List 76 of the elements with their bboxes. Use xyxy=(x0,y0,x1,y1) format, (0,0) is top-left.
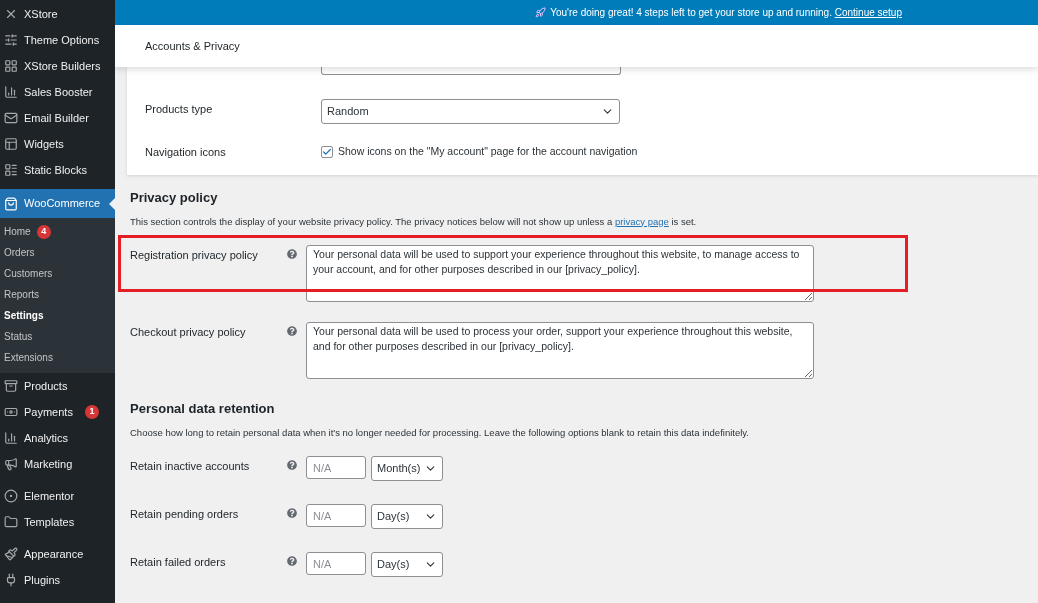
page-title: Accounts & Privacy xyxy=(145,38,240,54)
continue-setup-link[interactable]: Continue setup xyxy=(834,7,902,18)
envelope-icon xyxy=(4,111,18,125)
plug-icon xyxy=(4,573,18,587)
menu-item[interactable]: Elementor xyxy=(0,483,115,509)
menu-item[interactable]: Plugins xyxy=(0,567,115,593)
dropdown[interactable]: Day(s) xyxy=(371,504,443,529)
menu-item[interactable]: Theme Options xyxy=(0,27,115,53)
menu-item[interactable]: Sales Booster xyxy=(0,79,115,105)
dropdown[interactable]: Month(s) xyxy=(371,456,443,481)
menu-item[interactable]: Templates xyxy=(0,509,115,535)
bar-chart-icon xyxy=(4,431,18,445)
menu-item[interactable]: WooCommerce xyxy=(0,189,115,218)
text-area[interactable] xyxy=(321,67,621,75)
menu-item[interactable]: XStore Builders xyxy=(0,53,115,79)
field-label: Checkout privacy policy xyxy=(130,324,247,340)
text-area[interactable]: Your personal data will be used to support your experience throughout this website, to manage access to your account, and for other purposes described in our [privacy_policy]. xyxy=(306,244,814,302)
submenu-item[interactable]: Settings xyxy=(0,305,115,326)
field-label: Products type xyxy=(145,102,214,118)
dropdown[interactable]: Day(s) xyxy=(371,552,443,577)
checkbox[interactable] xyxy=(321,146,333,159)
section-heading: Privacy policy xyxy=(130,188,219,204)
submenu-item[interactable]: Orders xyxy=(0,242,115,263)
sliders-icon xyxy=(4,33,18,47)
menu-item[interactable]: Appearance xyxy=(0,541,115,567)
section-heading: Personal data retention xyxy=(130,399,276,415)
help-icon[interactable] xyxy=(287,325,297,336)
pointer-icon xyxy=(109,198,115,210)
banner-message: You're doing great! 4 steps left to get your store up and running. Continue setup xyxy=(550,6,902,20)
menu-item[interactable]: Email Builder xyxy=(0,105,115,131)
paintbrush-icon xyxy=(4,547,18,561)
help-icon[interactable] xyxy=(287,508,297,518)
checkbox-label: Show icons on the "My account" page for the account navigation xyxy=(338,144,638,160)
bar-chart-icon xyxy=(4,85,18,99)
count-badge: 4 xyxy=(36,224,51,239)
number-field[interactable]: N/A xyxy=(306,504,366,527)
field-label: Retain failed orders xyxy=(130,555,227,570)
banknote-icon xyxy=(4,405,18,419)
privacy-page-link[interactable]: privacy page xyxy=(614,215,669,227)
section-description: This section controls the display of your website privacy policy. The privacy notices below will not show up unless a privacy page is set. xyxy=(130,214,698,229)
field-label: Retain inactive accounts xyxy=(130,459,251,474)
folder-icon xyxy=(4,515,18,529)
dropdown[interactable]: Random xyxy=(321,99,620,124)
x-icon xyxy=(4,7,18,21)
submenu-item[interactable]: Status xyxy=(0,326,115,347)
menu-item[interactable]: Products xyxy=(0,373,115,399)
menu-item[interactable]: Widgets xyxy=(0,131,115,157)
menu-item[interactable]: Payments 1 xyxy=(0,399,115,425)
number-field[interactable]: N/A xyxy=(306,552,366,575)
menu-item[interactable]: XStore xyxy=(0,1,115,27)
submenu-item[interactable]: Reports xyxy=(0,284,115,305)
field-label: Registration privacy policy xyxy=(130,247,259,263)
archive-icon xyxy=(4,379,18,393)
bag-icon xyxy=(4,196,18,211)
menu-item[interactable]: Static Blocks xyxy=(0,157,115,183)
widgets-icon xyxy=(4,137,18,151)
menu-item[interactable]: Marketing xyxy=(0,451,115,477)
help-icon[interactable] xyxy=(287,556,297,566)
section-description: Choose how long to retain personal data when it's no longer needed for processing. Leave the following options blank to retain this data indefinitely. xyxy=(130,425,750,440)
field-label: Navigation icons xyxy=(145,145,227,160)
grid-icon xyxy=(4,59,18,73)
field-label: Retain pending orders xyxy=(130,507,240,522)
count-badge: 1 xyxy=(84,405,99,419)
help-icon[interactable] xyxy=(287,460,297,470)
check-icon xyxy=(322,147,332,158)
help-icon[interactable] xyxy=(287,248,297,259)
menu-item[interactable]: Analytics xyxy=(0,425,115,451)
submenu-item[interactable]: Home 4 xyxy=(0,221,115,242)
submenu-item[interactable]: Extensions xyxy=(0,347,115,368)
megaphone-icon xyxy=(4,457,18,471)
submenu-item[interactable]: Customers xyxy=(0,263,115,284)
number-field[interactable]: N/A xyxy=(306,456,366,479)
text-area[interactable]: Your personal data will be used to process your order, support your experience throughout this website, and for other purposes described in our [privacy_policy]. xyxy=(306,321,814,379)
blocks-icon xyxy=(4,163,18,177)
rocket-icon xyxy=(535,7,547,18)
circle-logo-icon xyxy=(4,489,18,503)
